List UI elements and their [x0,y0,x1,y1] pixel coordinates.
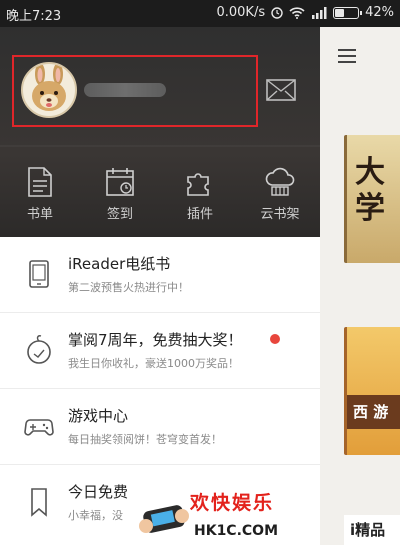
book-cover-title[interactable]: i精品 [344,515,400,545]
document-icon [28,167,52,197]
navigation-drawer: 书单 签到 插件 云书架 iReader电纸书 第二波预售火热进行中！ 掌阅7周… [0,27,320,545]
avatar[interactable] [21,62,77,118]
profile-highlight[interactable] [12,55,258,127]
book-cover[interactable]: 西 游 [344,327,400,455]
gamepad-icon [24,419,54,436]
menu-item-game-center[interactable]: 游戏中心 每日抽奖领阅饼！苍穹变首发！ [0,389,320,465]
quick-action-label: 插件 [186,207,213,222]
menu-item-ireader[interactable]: iReader电纸书 第二波预售火热进行中！ [0,237,320,313]
anniversary-icon [27,335,51,364]
menu-item-title: 游戏中心 [68,407,129,425]
menu-item-anniversary[interactable]: 掌阅7周年，免费抽大奖！ 我生日你收礼，豪送1000万奖品！ [0,313,320,389]
menu-item-subtitle: 第二波预售火热进行中！ [68,281,189,294]
menu-item-subtitle: 小幸福，没 [68,509,123,522]
wifi-icon [289,6,305,19]
ereader-icon [29,260,49,288]
status-time: 晚上7:23 [6,9,62,24]
quick-actions: 书单 签到 插件 云书架 [0,167,320,227]
quick-action-checkin[interactable]: 签到 [80,167,160,227]
bookshelf-main: 大 学 西 游 i精品 [320,27,400,545]
cloud-shelf-icon [265,167,295,196]
username-blurred [84,83,166,97]
battery-percent: 42% [365,5,394,20]
quick-action-cloud-shelf[interactable]: 云书架 [240,167,320,227]
menu-icon[interactable] [338,49,356,63]
watermark-en: HK1C.COM [194,523,279,539]
menu-item-title: 掌阅7周年，免费抽大奖！ [68,331,243,349]
menu-item-subtitle: 我生日你收礼，豪送1000万奖品！ [68,357,239,370]
battery-icon [333,6,363,19]
watermark: 欢快娱乐 HK1C.COM [138,488,288,545]
status-bar: 晚上7:23 0.00K/s 42% [0,0,400,27]
rabbit-avatar-icon [32,64,66,111]
book-cover-title: 西 游 [347,395,400,429]
quick-action-booklist[interactable]: 书单 [0,167,80,227]
drawer-header: 书单 签到 插件 云书架 [0,27,320,237]
mail-icon[interactable] [266,79,296,101]
menu-item-subtitle: 每日抽奖领阅饼！苍穹变首发！ [68,433,222,446]
puzzle-icon [187,173,209,196]
quick-action-label: 书单 [26,207,53,222]
quick-action-label: 签到 [106,207,133,222]
calendar-icon [106,168,134,196]
signal-icon [312,6,327,19]
menu-item-title: iReader电纸书 [68,255,171,273]
quick-action-plugins[interactable]: 插件 [160,167,240,227]
clock-icon [271,6,283,19]
quick-action-label: 云书架 [260,207,300,222]
watermark-cn: 欢快娱乐 [190,492,275,514]
book-cover[interactable]: 大 学 [344,135,400,263]
game-controller-hands-icon [139,505,189,533]
book-cover-title: 大 学 [355,155,385,226]
menu-item-title: 今日免费 [68,483,129,501]
bookmark-icon [31,488,47,517]
notification-dot [270,334,280,344]
network-speed: 0.00K/s [216,5,266,20]
